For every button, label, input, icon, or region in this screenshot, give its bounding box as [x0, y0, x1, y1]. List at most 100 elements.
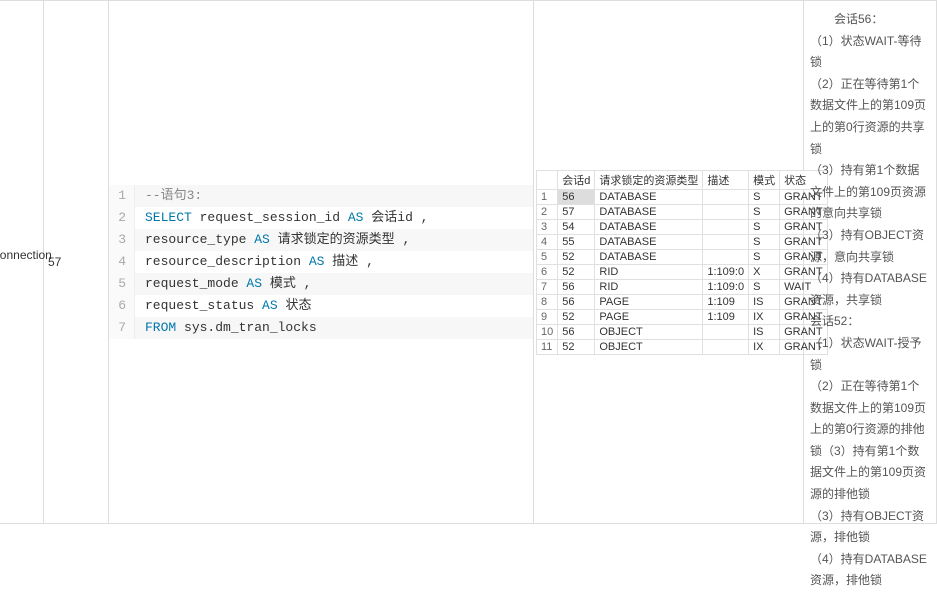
main-row: Connection 3 57 1--语句3:2SELECT request_s… — [0, 0, 937, 524]
cell[interactable]: RID — [595, 264, 703, 279]
code-content[interactable]: SELECT request_session_id AS 会话id , — [135, 207, 533, 229]
cell[interactable]: IX — [749, 309, 780, 324]
cell[interactable]: S — [749, 204, 780, 219]
line-number: 5 — [109, 273, 135, 295]
code-line[interactable]: 2SELECT request_session_id AS 会话id , — [109, 207, 533, 229]
description-cell: 会话56：（1）状态WAIT-等待锁（2）正在等待第1个数据文件上的第109页上… — [804, 0, 937, 524]
cell[interactable]: 1:109 — [703, 294, 749, 309]
description-text: 会话56：（1）状态WAIT-等待锁（2）正在等待第1个数据文件上的第109页上… — [810, 9, 930, 592]
result-grid[interactable]: 会话d请求锁定的资源类型描述模式状态156DATABASESGRANT257DA… — [536, 170, 828, 355]
table-row[interactable]: 952PAGE1:109IXGRANT — [537, 309, 828, 324]
row-number: 6 — [537, 264, 558, 279]
line-number: 7 — [109, 317, 135, 339]
cell[interactable] — [703, 219, 749, 234]
result-header-row: 会话d请求锁定的资源类型描述模式状态 — [537, 170, 828, 189]
cell[interactable]: 52 — [558, 339, 595, 354]
cell[interactable] — [703, 234, 749, 249]
cell[interactable]: DATABASE — [595, 204, 703, 219]
cell[interactable]: IS — [749, 294, 780, 309]
cell[interactable]: DATABASE — [595, 189, 703, 204]
line-number: 2 — [109, 207, 135, 229]
cell[interactable]: IS — [749, 324, 780, 339]
line-number: 1 — [109, 185, 135, 207]
cell[interactable]: 54 — [558, 219, 595, 234]
table-row[interactable]: 354DATABASESGRANT — [537, 219, 828, 234]
cell[interactable]: 52 — [558, 249, 595, 264]
cell[interactable]: DATABASE — [595, 249, 703, 264]
row-header-blank — [537, 170, 558, 189]
table-row[interactable]: 552DATABASESGRANT — [537, 249, 828, 264]
connection-id: 57 — [48, 255, 61, 269]
row-number: 10 — [537, 324, 558, 339]
cell[interactable]: OBJECT — [595, 324, 703, 339]
sql-code-block[interactable]: 1--语句3:2SELECT request_session_id AS 会话i… — [109, 185, 533, 339]
code-line[interactable]: 7FROM sys.dm_tran_locks — [109, 317, 533, 339]
table-row[interactable]: 257DATABASESGRANT — [537, 204, 828, 219]
cell[interactable]: 56 — [558, 189, 595, 204]
cell[interactable]: PAGE — [595, 309, 703, 324]
code-line[interactable]: 5request_mode AS 模式 , — [109, 273, 533, 295]
cell[interactable] — [703, 324, 749, 339]
cell[interactable]: 52 — [558, 264, 595, 279]
cell[interactable]: DATABASE — [595, 234, 703, 249]
code-content[interactable]: resource_description AS 描述 , — [135, 251, 533, 273]
table-row[interactable]: 652RID1:109:0XGRANT — [537, 264, 828, 279]
connection-label-cell: Connection 3 — [0, 0, 44, 524]
line-number: 4 — [109, 251, 135, 273]
line-number: 3 — [109, 229, 135, 251]
code-content[interactable]: --语句3: — [135, 185, 533, 207]
cell[interactable]: 56 — [558, 294, 595, 309]
table-row[interactable]: 856PAGE1:109ISGRANT — [537, 294, 828, 309]
cell[interactable]: 56 — [558, 324, 595, 339]
column-header[interactable]: 模式 — [749, 170, 780, 189]
column-header[interactable]: 请求锁定的资源类型 — [595, 170, 703, 189]
code-line[interactable]: 3resource_type AS 请求锁定的资源类型 , — [109, 229, 533, 251]
cell[interactable]: 57 — [558, 204, 595, 219]
code-content[interactable]: request_status AS 状态 — [135, 295, 533, 317]
cell[interactable] — [703, 189, 749, 204]
cell[interactable]: DATABASE — [595, 219, 703, 234]
cell[interactable]: IX — [749, 339, 780, 354]
code-line[interactable]: 4resource_description AS 描述 , — [109, 251, 533, 273]
row-number: 8 — [537, 294, 558, 309]
table-row[interactable]: 1056OBJECTISGRANT — [537, 324, 828, 339]
cell[interactable] — [703, 249, 749, 264]
cell[interactable] — [703, 204, 749, 219]
line-number: 6 — [109, 295, 135, 317]
row-number: 11 — [537, 339, 558, 354]
table-row[interactable]: 1152OBJECTIXGRANT — [537, 339, 828, 354]
cell[interactable]: S — [749, 234, 780, 249]
cell[interactable]: 1:109 — [703, 309, 749, 324]
cell[interactable]: 1:109:0 — [703, 264, 749, 279]
cell[interactable]: S — [749, 219, 780, 234]
cell[interactable]: S — [749, 189, 780, 204]
result-grid-cell: 会话d请求锁定的资源类型描述模式状态156DATABASESGRANT257DA… — [534, 0, 804, 524]
row-number: 9 — [537, 309, 558, 324]
cell[interactable]: S — [749, 279, 780, 294]
code-line[interactable]: 1--语句3: — [109, 185, 533, 207]
cell[interactable]: S — [749, 249, 780, 264]
code-content[interactable]: FROM sys.dm_tran_locks — [135, 317, 533, 339]
code-line[interactable]: 6request_status AS 状态 — [109, 295, 533, 317]
cell[interactable]: OBJECT — [595, 339, 703, 354]
row-number: 4 — [537, 234, 558, 249]
code-content[interactable]: resource_type AS 请求锁定的资源类型 , — [135, 229, 533, 251]
table-row[interactable]: 756RID1:109:0SWAIT — [537, 279, 828, 294]
sql-code-cell: 1--语句3:2SELECT request_session_id AS 会话i… — [109, 0, 534, 524]
column-header[interactable]: 描述 — [703, 170, 749, 189]
cell[interactable]: X — [749, 264, 780, 279]
row-number: 3 — [537, 219, 558, 234]
table-row[interactable]: 156DATABASESGRANT — [537, 189, 828, 204]
row-number: 1 — [537, 189, 558, 204]
cell[interactable]: 55 — [558, 234, 595, 249]
row-number: 2 — [537, 204, 558, 219]
code-content[interactable]: request_mode AS 模式 , — [135, 273, 533, 295]
cell[interactable]: PAGE — [595, 294, 703, 309]
cell[interactable]: RID — [595, 279, 703, 294]
cell[interactable]: 52 — [558, 309, 595, 324]
cell[interactable]: 56 — [558, 279, 595, 294]
cell[interactable]: 1:109:0 — [703, 279, 749, 294]
column-header[interactable]: 会话d — [558, 170, 595, 189]
table-row[interactable]: 455DATABASESGRANT — [537, 234, 828, 249]
cell[interactable] — [703, 339, 749, 354]
